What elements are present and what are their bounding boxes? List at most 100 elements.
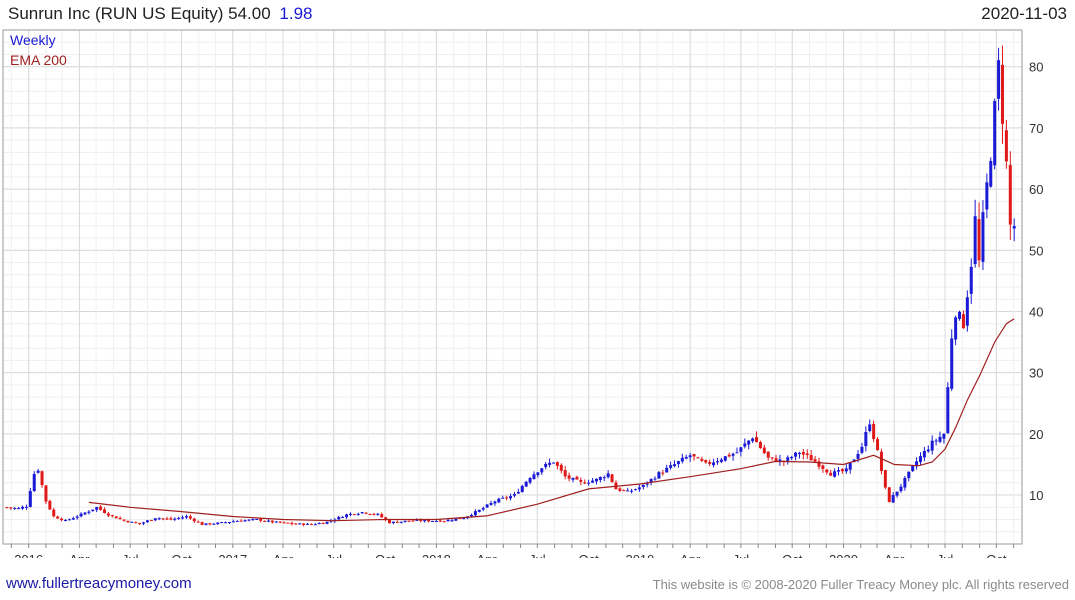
candle-body: [173, 518, 177, 520]
candle-body: [883, 470, 887, 488]
candle-body: [825, 469, 829, 473]
x-tick-label: 2016: [14, 552, 43, 558]
candle-body: [950, 338, 954, 389]
candle-body: [306, 523, 310, 525]
candle-body: [489, 503, 493, 505]
candle-body: [239, 520, 243, 522]
candle-body: [661, 472, 665, 474]
candle-body: [364, 512, 368, 514]
candle-body: [926, 449, 930, 452]
candle-body: [71, 518, 75, 520]
y-tick-label: 30: [1029, 366, 1043, 381]
candle-body: [797, 453, 801, 455]
candle-body: [712, 462, 716, 466]
candle-body: [184, 516, 188, 518]
candle-body: [161, 518, 165, 520]
price-change: 1.98: [279, 4, 313, 23]
candle-body: [368, 513, 372, 515]
candle-body: [220, 522, 224, 524]
candle-body: [946, 387, 950, 434]
candle-body: [622, 490, 626, 492]
candle-body: [87, 511, 91, 513]
candle-body: [591, 480, 595, 483]
candle-body: [657, 472, 661, 479]
candle-body: [391, 521, 395, 524]
candle-body: [872, 424, 876, 440]
candle-body: [973, 216, 977, 265]
candle-body: [274, 521, 278, 523]
candle-body: [270, 520, 274, 523]
candle-body: [411, 520, 415, 522]
candle-body: [360, 512, 364, 514]
candle-body: [497, 498, 501, 503]
candle-body: [309, 524, 313, 526]
candle-body: [680, 457, 684, 462]
candle-body: [891, 495, 895, 503]
candle-body: [36, 470, 40, 473]
candle-body: [227, 522, 231, 524]
candle-body: [844, 468, 848, 472]
candle-body: [903, 477, 907, 488]
candle-body: [794, 452, 798, 457]
candle-body: [356, 513, 360, 515]
candle-body: [403, 520, 407, 522]
candle-body: [876, 439, 880, 451]
candle-body: [911, 465, 915, 472]
candle-body: [188, 516, 192, 519]
candle-body: [263, 520, 267, 522]
candle-body: [454, 518, 458, 521]
candle-body: [372, 513, 376, 515]
ema-200-line: [88, 318, 1015, 522]
candle-body: [177, 517, 181, 519]
candle-body: [809, 455, 813, 461]
candle-body: [399, 521, 403, 523]
candle-body: [895, 491, 899, 496]
site-link[interactable]: www.fullertreacymoney.com: [6, 575, 192, 592]
candle-body: [181, 517, 185, 519]
candle-body: [673, 464, 677, 467]
candle-body: [313, 524, 317, 526]
candle-body: [149, 519, 153, 521]
candle-body: [235, 520, 239, 522]
x-tick-label: 2017: [218, 552, 247, 558]
candle-body: [786, 457, 790, 461]
candle-body: [653, 478, 657, 480]
candle-body: [247, 519, 251, 521]
candle-body: [169, 518, 173, 520]
y-tick-label: 80: [1029, 60, 1043, 75]
candle-body: [423, 520, 427, 522]
candle-body: [555, 462, 559, 466]
candle-body: [130, 521, 134, 523]
candle-body: [934, 440, 938, 442]
candle-body: [544, 463, 548, 468]
candle-body: [856, 453, 860, 459]
candle-body: [450, 520, 454, 522]
candle-body: [848, 462, 852, 470]
candle-body: [665, 467, 669, 473]
candle-body: [473, 511, 477, 516]
candle-body: [509, 496, 513, 499]
candle-body: [302, 523, 306, 525]
candle-body: [9, 507, 13, 509]
candle-body: [989, 160, 993, 187]
candle-body: [813, 459, 817, 462]
candle-body: [692, 454, 696, 457]
candle-body: [44, 485, 48, 502]
x-tick-label: Apr: [69, 552, 90, 558]
x-tick-label: Oct: [782, 552, 803, 558]
candle-body: [259, 518, 263, 521]
y-tick-label: 60: [1029, 182, 1043, 197]
candle-body: [805, 453, 809, 456]
candle-body: [477, 509, 481, 512]
candle-body: [83, 512, 87, 515]
candle-body: [887, 487, 891, 503]
candle-body: [899, 486, 903, 492]
candle-body: [470, 515, 474, 517]
candle-body: [821, 465, 825, 469]
candle-body: [930, 440, 934, 451]
candle-body: [21, 506, 25, 509]
candle-body: [106, 513, 110, 516]
candle-body: [567, 475, 571, 479]
candle-body: [587, 482, 591, 484]
candle-body: [282, 522, 286, 524]
